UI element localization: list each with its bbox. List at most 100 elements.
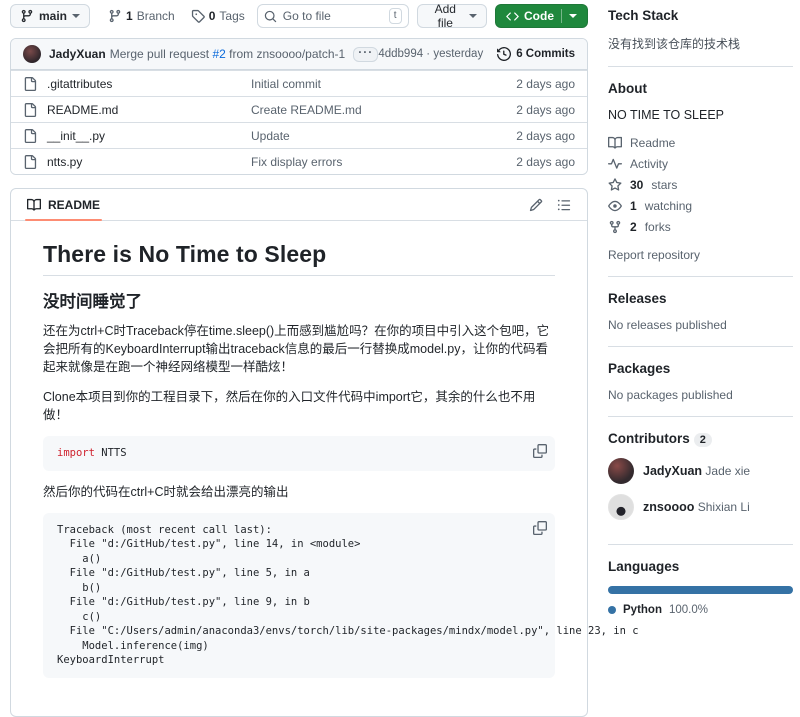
file-row[interactable]: .gitattributes Initial commit 2 days ago — [11, 70, 587, 96]
tech-stack-title: Tech Stack — [608, 8, 793, 23]
add-file-button[interactable]: Add file — [417, 4, 487, 28]
refs-summary: 1 Branch 0 Tags — [108, 9, 257, 23]
contributor-row[interactable]: znsoooo Shixian Li — [608, 494, 793, 520]
tags-link[interactable]: 0 Tags — [191, 9, 245, 23]
contributor-row[interactable]: JadyXuan Jade xie — [608, 458, 793, 484]
tab-readme[interactable]: README — [27, 189, 100, 221]
readme-content: There is No Time to Sleep 没时间睡觉了 还在为ctrl… — [11, 221, 587, 716]
edit-pencil-icon[interactable] — [529, 198, 543, 212]
about-item-watching[interactable]: 1 watching — [608, 199, 793, 213]
star-icon — [608, 178, 622, 192]
about-item-label: watching — [645, 199, 692, 213]
git-branch-icon — [20, 9, 34, 23]
file-name-link[interactable]: __init__.py — [47, 129, 105, 143]
branches-link[interactable]: 1 Branch — [108, 9, 175, 23]
add-file-label: Add file — [427, 2, 464, 30]
file-commit-date: 2 days ago — [485, 103, 575, 117]
traceback-code: Traceback (most recent call last): File … — [57, 523, 541, 668]
file-row[interactable]: __init__.py Update 2 days ago — [11, 122, 587, 148]
contributor-username[interactable]: znsoooo — [643, 500, 694, 514]
stars-count: 30 — [630, 178, 643, 192]
avatar[interactable] — [608, 458, 634, 484]
packages-section: Packages No packages published — [608, 346, 793, 416]
branch-selector-button[interactable]: main — [10, 4, 90, 28]
tags-label: Tags — [219, 9, 244, 23]
branch-name-label: main — [39, 9, 67, 23]
contributor-username[interactable]: JadyXuan — [643, 464, 702, 478]
file-commit-message-link[interactable]: Create README.md — [251, 103, 485, 117]
contributors-count-badge: 2 — [694, 433, 712, 447]
file-name-link[interactable]: ntts.py — [47, 155, 82, 169]
copy-icon[interactable] — [533, 521, 547, 535]
chevron-down-icon — [72, 14, 80, 18]
language-bar[interactable] — [608, 586, 793, 594]
history-clock-icon — [497, 47, 511, 61]
about-item-activity[interactable]: Activity — [608, 157, 793, 171]
git-branch-icon — [108, 9, 122, 23]
about-item-label: stars — [651, 178, 677, 192]
branches-count: 1 — [126, 9, 133, 23]
pr-number-link[interactable]: #2 — [212, 47, 225, 61]
readme-card: README There is No Time to Sleep 没时间睡觉了 … — [10, 188, 588, 717]
report-repository-link[interactable]: Report repository — [608, 248, 793, 262]
file-icon — [23, 77, 37, 91]
readme-paragraph-1: 还在为ctrl+C时Traceback停在time.sleep()上而感到尴尬吗… — [43, 322, 555, 376]
active-tab-underline — [25, 219, 102, 221]
packages-empty-text: No packages published — [608, 388, 793, 402]
file-row[interactable]: ntts.py Fix display errors 2 days ago — [11, 148, 587, 174]
file-commit-message-link[interactable]: Fix display errors — [251, 155, 485, 169]
book-icon — [608, 136, 622, 150]
code-block-import: import NTTS — [43, 436, 555, 471]
code-block-traceback: Traceback (most recent call last): File … — [43, 513, 555, 678]
commit-message[interactable]: Merge pull request #2 from znsoooo/patch… — [110, 47, 346, 61]
forks-count: 2 — [630, 220, 637, 234]
code-button[interactable]: Code — [495, 4, 588, 28]
go-to-file-search[interactable]: t — [257, 4, 409, 28]
commit-author-avatar[interactable] — [23, 45, 41, 63]
book-icon — [27, 198, 41, 212]
about-item-stars[interactable]: 30 stars — [608, 178, 793, 192]
language-color-dot — [608, 606, 616, 614]
readme-tab-label: README — [48, 198, 100, 212]
commit-kebab-button[interactable]: ··· — [353, 47, 378, 62]
repo-toolbar: main 1 Branch 0 Tags t — [10, 4, 588, 28]
commit-hash-time[interactable]: 4ddb994 · yesterday — [378, 48, 483, 60]
releases-section: Releases No releases published — [608, 276, 793, 346]
commit-history-link[interactable]: 6 Commits — [497, 47, 575, 61]
file-name-link[interactable]: .gitattributes — [47, 77, 112, 91]
code-icon — [506, 9, 519, 23]
code-text: NTTS — [95, 447, 127, 459]
packages-title: Packages — [608, 361, 793, 376]
commit-meta: 4ddb994 · yesterday 6 Commits — [378, 47, 575, 61]
readme-paragraph-2: Clone本项目到你的工程目录下，然后在你的入口文件代码中import它，其余的… — [43, 388, 555, 424]
releases-empty-text: No releases published — [608, 318, 793, 332]
file-commit-date: 2 days ago — [485, 129, 575, 143]
file-commit-message-link[interactable]: Initial commit — [251, 77, 485, 91]
about-item-label: Activity — [630, 157, 668, 171]
about-item-forks[interactable]: 2 forks — [608, 220, 793, 234]
contributors-section: Contributors2 JadyXuan Jade xie znsoooo … — [608, 416, 793, 544]
releases-title: Releases — [608, 291, 793, 306]
file-row[interactable]: README.md Create README.md 2 days ago — [11, 96, 587, 122]
outline-list-icon[interactable] — [557, 198, 571, 212]
watching-count: 1 — [630, 199, 637, 213]
languages-section: Languages Python 100.0% — [608, 544, 793, 630]
avatar[interactable] — [608, 494, 634, 520]
toolbar-actions: t Add file Code — [257, 4, 588, 28]
commit-message-suffix: from znsoooo/patch-1 — [226, 47, 345, 61]
file-icon — [23, 155, 37, 169]
copy-icon[interactable] — [533, 444, 547, 458]
commits-count-label: 6 Commits — [516, 48, 575, 60]
shortcut-key-badge: t — [389, 8, 402, 24]
file-commit-message-link[interactable]: Update — [251, 129, 485, 143]
search-input[interactable] — [283, 9, 383, 23]
file-name-link[interactable]: README.md — [47, 103, 118, 117]
readme-heading2: 没时间睡觉了 — [43, 288, 555, 312]
about-item-readme[interactable]: Readme — [608, 136, 793, 150]
commit-author-link[interactable]: JadyXuan — [49, 47, 106, 61]
language-name: Python — [623, 604, 662, 616]
languages-title: Languages — [608, 559, 793, 574]
fork-icon — [608, 220, 622, 234]
about-section: About NO TIME TO SLEEP Readme Activity 3… — [608, 66, 793, 276]
language-item-python[interactable]: Python 100.0% — [608, 604, 793, 616]
